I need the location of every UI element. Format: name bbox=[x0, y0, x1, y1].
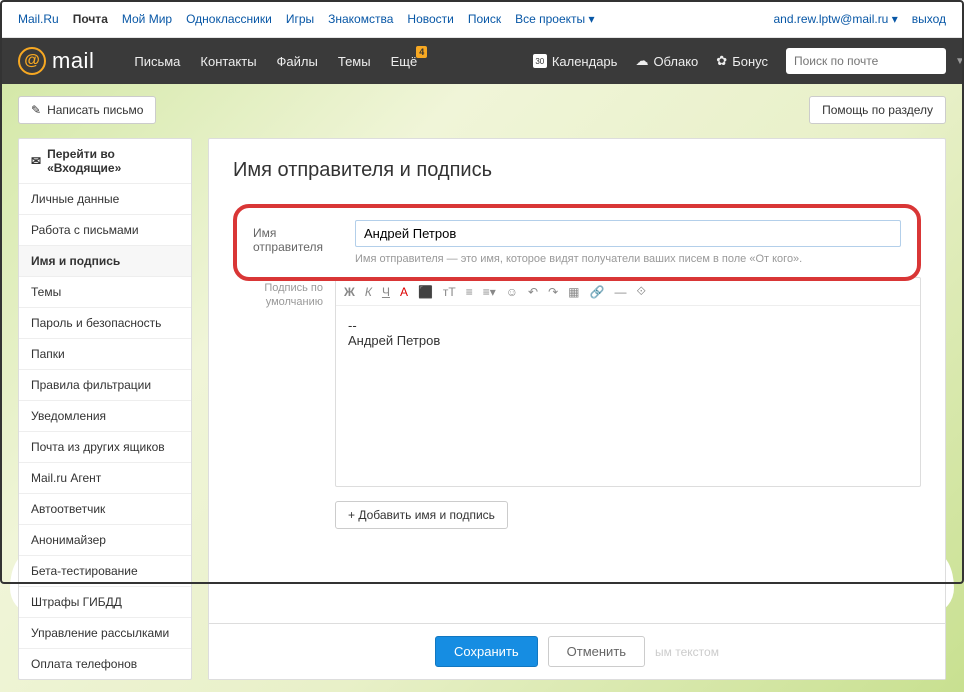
topnav-right: and.rew.lptw@mail.ru ▾ выход bbox=[773, 12, 946, 26]
sender-name-row: Имя отправителя Имя отправителя — это им… bbox=[253, 220, 901, 265]
user-email-link[interactable]: and.rew.lptw@mail.ru ▾ bbox=[773, 12, 897, 26]
top-navigation: Mail.Ru Почта Мой Мир Одноклассники Игры… bbox=[0, 0, 964, 38]
nav-badge: 4 bbox=[416, 46, 427, 58]
toolbar-hr-icon[interactable]: — bbox=[614, 285, 626, 299]
toolbar-bold-icon[interactable]: Ж bbox=[344, 285, 355, 299]
sender-name-hint: Имя отправителя — это имя, которое видят… bbox=[355, 253, 901, 265]
cancel-button[interactable]: Отменить bbox=[548, 636, 645, 667]
topnav-games[interactable]: Игры bbox=[286, 12, 314, 26]
search-input[interactable] bbox=[794, 54, 949, 68]
sender-name-input[interactable] bbox=[355, 220, 901, 247]
toolbar-link-icon[interactable]: 🔗 bbox=[590, 285, 605, 299]
nav-themes[interactable]: Темы bbox=[338, 54, 371, 69]
page-title: Имя отправителя и подпись bbox=[233, 159, 921, 182]
calendar-icon: 30 bbox=[533, 54, 547, 68]
topnav-allprojects[interactable]: Все проекты ▾ bbox=[515, 12, 594, 26]
toolbar-italic-icon[interactable]: К bbox=[365, 285, 372, 299]
main-nav: Письма Контакты Файлы Темы Ещё4 bbox=[134, 54, 417, 69]
save-button[interactable]: Сохранить bbox=[435, 636, 538, 667]
nav-more[interactable]: Ещё4 bbox=[391, 54, 418, 69]
footer-actions: Сохранить Отменить ым текстом bbox=[209, 623, 945, 679]
sidebar-beta[interactable]: Бета-тестирование bbox=[19, 556, 191, 587]
bonus-link[interactable]: ✿Бонус bbox=[716, 53, 768, 69]
search-dropdown-icon[interactable]: ▼ bbox=[955, 56, 964, 67]
action-bar: ✎ Написать письмо Помощь по разделу bbox=[18, 96, 946, 124]
sidebar-themes[interactable]: Темы bbox=[19, 277, 191, 308]
topnav-mailru[interactable]: Mail.Ru bbox=[18, 12, 59, 26]
cloud-link[interactable]: ☁Облако bbox=[635, 53, 698, 69]
sidebar-filters[interactable]: Правила фильтрации bbox=[19, 370, 191, 401]
main-panel: Имя отправителя и подпись Имя отправител… bbox=[208, 138, 946, 680]
toolbar-underline-icon[interactable]: Ч bbox=[382, 285, 390, 299]
header-right: 30Календарь ☁Облако ✿Бонус ▼ 🔍 bbox=[533, 48, 946, 74]
sidebar-folders[interactable]: Папки bbox=[19, 339, 191, 370]
help-button[interactable]: Помощь по разделу bbox=[809, 96, 946, 124]
signature-editor: Ж К Ч А ⬛ тТ ≡ ≡▾ ☺ ↶ ↷ ▦ 🔗 — ⟐ bbox=[335, 277, 921, 487]
topnav-left: Mail.Ru Почта Мой Мир Одноклассники Игры… bbox=[18, 12, 595, 26]
compose-button[interactable]: ✎ Написать письмо bbox=[18, 96, 156, 124]
sidebar-password[interactable]: Пароль и безопасность bbox=[19, 308, 191, 339]
calendar-link[interactable]: 30Календарь bbox=[533, 54, 618, 69]
sidebar-agent[interactable]: Mail.ru Агент bbox=[19, 463, 191, 494]
topnav-news[interactable]: Новости bbox=[407, 12, 453, 26]
editor-toolbar: Ж К Ч А ⬛ тТ ≡ ≡▾ ☺ ↶ ↷ ▦ 🔗 — ⟐ bbox=[336, 278, 920, 306]
sidebar-anonymizer[interactable]: Анонимайзер bbox=[19, 525, 191, 556]
topnav-moimir[interactable]: Мой Мир bbox=[122, 12, 172, 26]
sidebar-personal-data[interactable]: Личные данные bbox=[19, 184, 191, 215]
sidebar-inbox[interactable]: ✉ Перейти во «Входящие» bbox=[19, 139, 191, 184]
toolbar-clear-icon[interactable]: ⟐ bbox=[636, 284, 645, 299]
add-signature-button[interactable]: + Добавить имя и подпись bbox=[335, 501, 508, 529]
topnav-dating[interactable]: Знакомства bbox=[328, 12, 393, 26]
logo-icon: @ bbox=[18, 47, 46, 75]
toolbar-align-icon[interactable]: ≡ bbox=[466, 285, 473, 299]
sidebar-mail-handling[interactable]: Работа с письмами bbox=[19, 215, 191, 246]
sidebar-name-signature[interactable]: Имя и подпись bbox=[19, 246, 191, 277]
toolbar-undo-icon[interactable]: ↶ bbox=[528, 285, 538, 299]
main-header: @ mail Письма Контакты Файлы Темы Ещё4 3… bbox=[0, 38, 964, 84]
signature-dashes: -- bbox=[348, 318, 908, 333]
logo[interactable]: @ mail bbox=[18, 47, 94, 75]
bonus-icon: ✿ bbox=[716, 53, 727, 69]
search-box[interactable]: ▼ 🔍 bbox=[786, 48, 946, 74]
sender-name-highlight: Имя отправителя Имя отправителя — это им… bbox=[233, 204, 921, 281]
toolbar-redo-icon[interactable]: ↷ bbox=[548, 285, 558, 299]
topnav-search[interactable]: Поиск bbox=[468, 12, 501, 26]
nav-contacts[interactable]: Контакты bbox=[200, 54, 256, 69]
topnav-ok[interactable]: Одноклассники bbox=[186, 12, 272, 26]
content-wrap: ✉ Перейти во «Входящие» Личные данные Ра… bbox=[18, 138, 946, 680]
nav-files[interactable]: Файлы bbox=[277, 54, 318, 69]
sidebar-phone-payment[interactable]: Оплата телефонов bbox=[19, 649, 191, 679]
signature-label: Подпись по умолчанию bbox=[233, 277, 323, 487]
background-area: ✎ Написать письмо Помощь по разделу ✉ Пе… bbox=[0, 84, 964, 692]
signature-content: Андрей Петров bbox=[348, 333, 908, 348]
toolbar-textcolor-icon[interactable]: А bbox=[400, 285, 408, 299]
toolbar-indent-icon[interactable]: ≡▾ bbox=[483, 285, 496, 299]
plaintext-hint: ым текстом bbox=[655, 645, 719, 659]
signature-block: Подпись по умолчанию Ж К Ч А ⬛ тТ ≡ ≡▾ ☺… bbox=[233, 277, 921, 487]
compose-icon: ✎ bbox=[31, 103, 41, 117]
sidebar-autoresponder[interactable]: Автоответчик bbox=[19, 494, 191, 525]
sidebar-external-mail[interactable]: Почта из других ящиков bbox=[19, 432, 191, 463]
settings-sidebar: ✉ Перейти во «Входящие» Личные данные Ра… bbox=[18, 138, 192, 680]
sender-name-label: Имя отправителя bbox=[253, 220, 343, 254]
add-signature-row: + Добавить имя и подпись bbox=[335, 501, 921, 529]
topnav-pochta[interactable]: Почта bbox=[73, 12, 108, 26]
cloud-icon: ☁ bbox=[635, 53, 648, 69]
sidebar-fines[interactable]: Штрафы ГИБДД bbox=[19, 587, 191, 618]
logout-link[interactable]: выход bbox=[912, 12, 946, 26]
logo-text: mail bbox=[52, 48, 94, 74]
signature-textarea[interactable]: -- Андрей Петров bbox=[336, 306, 920, 486]
toolbar-bgcolor-icon[interactable]: ⬛ bbox=[418, 285, 433, 299]
toolbar-fontsize-icon[interactable]: тТ bbox=[443, 285, 456, 299]
nav-letters[interactable]: Письма bbox=[134, 54, 180, 69]
toolbar-image-icon[interactable]: ▦ bbox=[568, 285, 579, 299]
sidebar-subscriptions[interactable]: Управление рассылками bbox=[19, 618, 191, 649]
toolbar-emoji-icon[interactable]: ☺ bbox=[506, 285, 518, 299]
inbox-icon: ✉ bbox=[31, 154, 41, 168]
sidebar-notifications[interactable]: Уведомления bbox=[19, 401, 191, 432]
